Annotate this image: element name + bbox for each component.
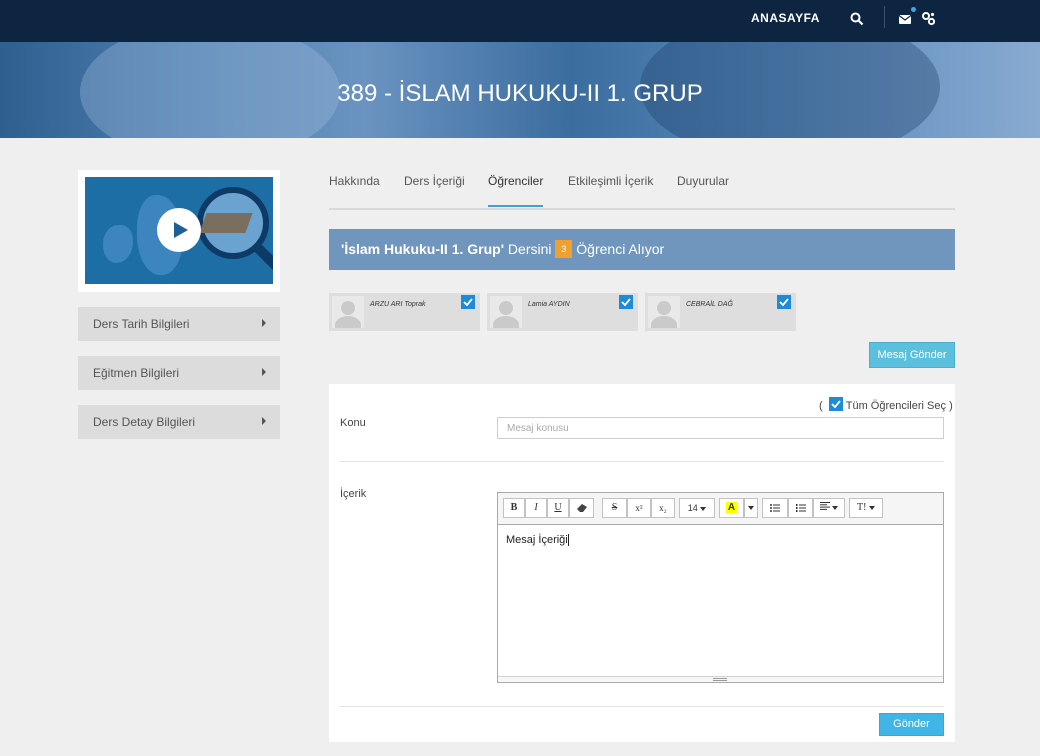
student-count-badge: 3 [555, 239, 573, 258]
font-size-value: 14 [687, 503, 698, 513]
course-tabs: Hakkında Ders İçeriği Öğrenciler Etkileş… [329, 174, 955, 210]
nav-divider [884, 6, 885, 28]
check-icon [831, 400, 841, 409]
select-all-paren: ) [949, 399, 953, 412]
student-checkbox[interactable] [777, 295, 791, 309]
tab-students[interactable]: Öğrenciler [488, 174, 544, 207]
highlight-dropdown[interactable] [744, 498, 758, 518]
chevron-down-icon [748, 506, 754, 510]
student-checkbox[interactable] [461, 295, 475, 309]
course-banner: 389 - İSLAM HUKUKU-II 1. GRUP [0, 42, 1040, 138]
submit-button[interactable]: Gönder [879, 713, 944, 736]
chevron-right-icon [262, 417, 266, 425]
nav-home-link[interactable]: ANASAYFA [751, 11, 820, 25]
page-title: 389 - İSLAM HUKUKU-II 1. GRUP [337, 80, 703, 107]
editor-resize-handle[interactable] [498, 676, 943, 682]
bold-button[interactable]: B [503, 498, 525, 518]
text-caret [567, 534, 569, 547]
highlight-label: A [725, 502, 738, 513]
avatar [332, 296, 364, 328]
align-left-icon [819, 502, 830, 510]
check-icon [779, 298, 789, 307]
sidebar-item-date-info[interactable]: Ders Tarih Bilgileri [78, 307, 280, 341]
underline-button[interactable]: U [547, 498, 569, 518]
top-navbar: ANASAYFA [0, 0, 1040, 42]
chevron-down-icon [868, 506, 875, 510]
course-name: 'İslam Hukuku-II 1. Grup' [341, 241, 505, 257]
subject-label: Konu [340, 417, 366, 429]
eraser-icon[interactable] [569, 498, 594, 518]
graduation-cap-icon [199, 213, 253, 233]
strikethrough-button[interactable]: S [602, 498, 627, 518]
settings-icon[interactable] [921, 11, 936, 26]
avatar [648, 296, 680, 328]
student-name: CEBRAİL DAĞ [686, 301, 733, 308]
tab-course-content[interactable]: Ders İçeriği [404, 174, 465, 188]
content-label: İçerik [340, 488, 367, 500]
course-image [85, 177, 273, 284]
send-message-button[interactable]: Mesaj Gönder [869, 342, 955, 368]
message-form: ( Tüm Öğrencileri Seç ) Konu Mesaj konus… [329, 384, 955, 742]
content-editor[interactable]: Mesaj İçeriği [506, 534, 569, 547]
align-dropdown[interactable] [813, 498, 845, 518]
check-icon [463, 298, 473, 307]
chevron-down-icon [832, 506, 839, 510]
sidebar-item-course-detail[interactable]: Ders Detay Bilgileri [78, 405, 280, 439]
course-video-thumbnail [78, 170, 280, 292]
student-checkbox[interactable] [619, 295, 633, 309]
avatar [490, 296, 522, 328]
tab-interactive-content[interactable]: Etkileşimli İçerik [568, 174, 653, 188]
unordered-list-icon[interactable] [762, 498, 788, 518]
student-name: Lamia AYDIN [528, 301, 570, 308]
play-icon [173, 222, 188, 238]
student-name: ARZU ARI Toprak [370, 301, 426, 308]
map-shape [103, 225, 133, 263]
superscript-button[interactable]: x² [627, 498, 651, 518]
select-all-checkbox[interactable] [828, 397, 843, 411]
sidebar-item-label: Ders Detay Bilgileri [93, 415, 196, 429]
subject-input[interactable]: Mesaj konusu [497, 417, 944, 439]
notification-dot [911, 7, 916, 12]
chevron-right-icon [262, 319, 266, 327]
student-card[interactable]: CEBRAİL DAĞ [645, 293, 796, 331]
editor-toolbar: B I U S x² x₂ 14 A T! [498, 493, 943, 525]
font-size-select[interactable]: 14 [679, 498, 715, 518]
select-all-students[interactable]: ( Tüm Öğrencileri Seç ) [819, 397, 953, 413]
italic-button[interactable]: I [525, 498, 547, 518]
tab-about[interactable]: Hakkında [329, 174, 380, 188]
student-card[interactable]: Lamia AYDIN [487, 293, 638, 331]
sidebar-item-label: Ders Tarih Bilgileri [93, 317, 190, 331]
magnifier-handle [253, 243, 273, 273]
text-style-dropdown[interactable]: T! [849, 498, 883, 518]
select-all-label: Tüm Öğrencileri Seç [845, 399, 946, 412]
divider [340, 706, 944, 707]
enrollment-text: Öğrenci Alıyor [576, 241, 665, 257]
chevron-right-icon [262, 368, 266, 376]
chevron-down-icon [700, 507, 707, 511]
text-style-label: T! [857, 502, 867, 513]
enrollment-text: Dersini [507, 241, 552, 257]
play-button[interactable] [157, 208, 201, 252]
mail-icon[interactable] [898, 7, 916, 26]
select-all-paren: ( [819, 399, 823, 412]
student-card[interactable]: ARZU ARI Toprak [329, 293, 480, 331]
sidebar-item-label: Eğitmen Bilgileri [93, 366, 180, 380]
rich-text-editor: B I U S x² x₂ 14 A T! Mesaj İçeriği [497, 492, 944, 683]
highlight-color-button[interactable]: A [719, 498, 744, 518]
check-icon [621, 298, 631, 307]
sidebar-item-instructor-info[interactable]: Eğitmen Bilgileri [78, 356, 280, 390]
tab-announcements[interactable]: Duyurular [677, 174, 729, 188]
content-text: Mesaj İçeriği [506, 534, 568, 546]
subscript-button[interactable]: x₂ [651, 498, 675, 518]
search-icon[interactable] [850, 12, 864, 26]
ordered-list-icon[interactable] [788, 498, 813, 518]
grip-icon [713, 678, 727, 681]
divider [340, 461, 944, 462]
enrollment-header: 'İslam Hukuku-II 1. Grup' Dersini 3 Öğre… [329, 229, 955, 270]
